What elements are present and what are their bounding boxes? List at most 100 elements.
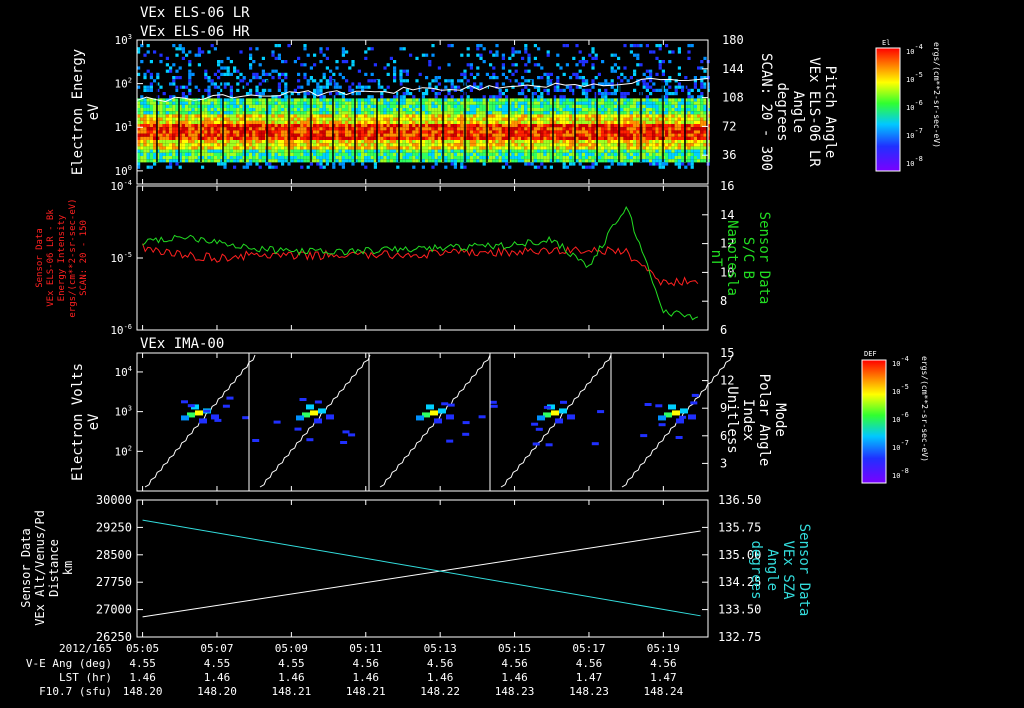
ion-cell: [675, 436, 683, 439]
els-cell: [188, 111, 192, 115]
els-cell: [252, 159, 256, 163]
els-cell: [495, 124, 499, 128]
els-cell: [245, 149, 249, 153]
els-cell: [185, 149, 189, 153]
els-cell: [677, 152, 681, 156]
magnetic-field-series: [142, 206, 699, 321]
els-cell: [277, 72, 281, 76]
els-cell: [703, 85, 707, 89]
els-cell: [402, 124, 406, 128]
els-cell: [338, 127, 342, 131]
els-cell: [514, 133, 518, 137]
els-cell: [409, 120, 413, 124]
els-cell: [290, 127, 294, 131]
els-cell: [466, 133, 470, 137]
els-cell: [434, 76, 438, 80]
els-cell: [434, 152, 438, 156]
els-cell: [693, 140, 697, 144]
els-cell: [357, 104, 361, 108]
els-cell: [252, 117, 256, 121]
els-cell: [633, 133, 637, 137]
els-cell: [578, 149, 582, 153]
els-cell: [533, 140, 537, 144]
els-cell: [601, 149, 605, 153]
els-cell: [325, 149, 329, 153]
els-cell: [140, 111, 144, 115]
els-cell: [329, 101, 333, 105]
els-cell: [348, 127, 352, 131]
els-cell: [300, 85, 304, 89]
els-cell: [495, 136, 499, 140]
els-cell: [636, 98, 640, 102]
els-cell: [533, 136, 537, 140]
els-cell: [703, 104, 707, 108]
els-cell: [258, 108, 262, 112]
els-cell: [236, 136, 240, 140]
els-cell: [335, 66, 339, 70]
els-cell: [668, 111, 672, 115]
els-cell: [505, 143, 509, 147]
els-cell: [415, 111, 419, 115]
els-cell: [517, 92, 521, 96]
els-cell: [521, 92, 525, 96]
els-cell: [450, 111, 454, 115]
els-cell: [489, 117, 493, 121]
els-cell: [495, 117, 499, 121]
ion-cell: [543, 405, 551, 409]
els-cell: [626, 127, 630, 131]
els-cell: [537, 143, 541, 147]
els-cell: [290, 143, 294, 147]
els-cell: [319, 101, 323, 105]
els-cell: [498, 127, 502, 131]
els-cell: [524, 120, 528, 124]
els-cell: [607, 146, 611, 150]
els-cell: [185, 104, 189, 108]
els-cell: [604, 117, 608, 121]
els-cell: [700, 92, 704, 96]
els-cell: [393, 124, 397, 128]
ima-colorbar-tick: 10-4: [892, 355, 909, 368]
els-cell: [700, 101, 704, 105]
els-cell: [233, 117, 237, 121]
els-cell: [482, 152, 486, 156]
els-cell: [540, 143, 544, 147]
els-cell: [569, 120, 573, 124]
els-cell: [697, 98, 701, 102]
els-cell: [357, 146, 361, 150]
els-cell: [697, 108, 701, 112]
els-cell: [367, 111, 371, 115]
els-cell: [412, 124, 416, 128]
els-cell: [457, 104, 461, 108]
els-cell: [405, 146, 409, 150]
els-cell: [466, 143, 470, 147]
els-cell: [393, 146, 397, 150]
els-cell: [249, 140, 253, 144]
els-cell: [233, 149, 237, 153]
els-cell: [389, 127, 393, 131]
els-cell: [466, 95, 470, 99]
els-cell: [479, 156, 483, 160]
els-cell: [271, 104, 275, 108]
els-cell: [386, 136, 390, 140]
els-cell: [524, 162, 528, 166]
els-cell: [527, 104, 531, 108]
els-cell: [274, 98, 278, 102]
els-cell: [623, 98, 627, 102]
els-cell: [645, 156, 649, 160]
els-cell: [412, 95, 416, 99]
els-cell: [492, 101, 496, 105]
els-cell: [412, 136, 416, 140]
els-cell: [457, 117, 461, 121]
els-cell: [466, 101, 470, 105]
els-cell: [601, 95, 605, 99]
ima-colorbar-tick: 10-6: [892, 411, 909, 424]
els-cell: [409, 98, 413, 102]
els-cell: [191, 143, 195, 147]
els-cell: [172, 104, 176, 108]
f107-value: 148.23: [495, 685, 535, 698]
els-cell: [434, 143, 438, 147]
els-cell: [501, 127, 505, 131]
els-cell: [421, 146, 425, 150]
els-cell: [322, 133, 326, 137]
els-cell: [687, 108, 691, 112]
